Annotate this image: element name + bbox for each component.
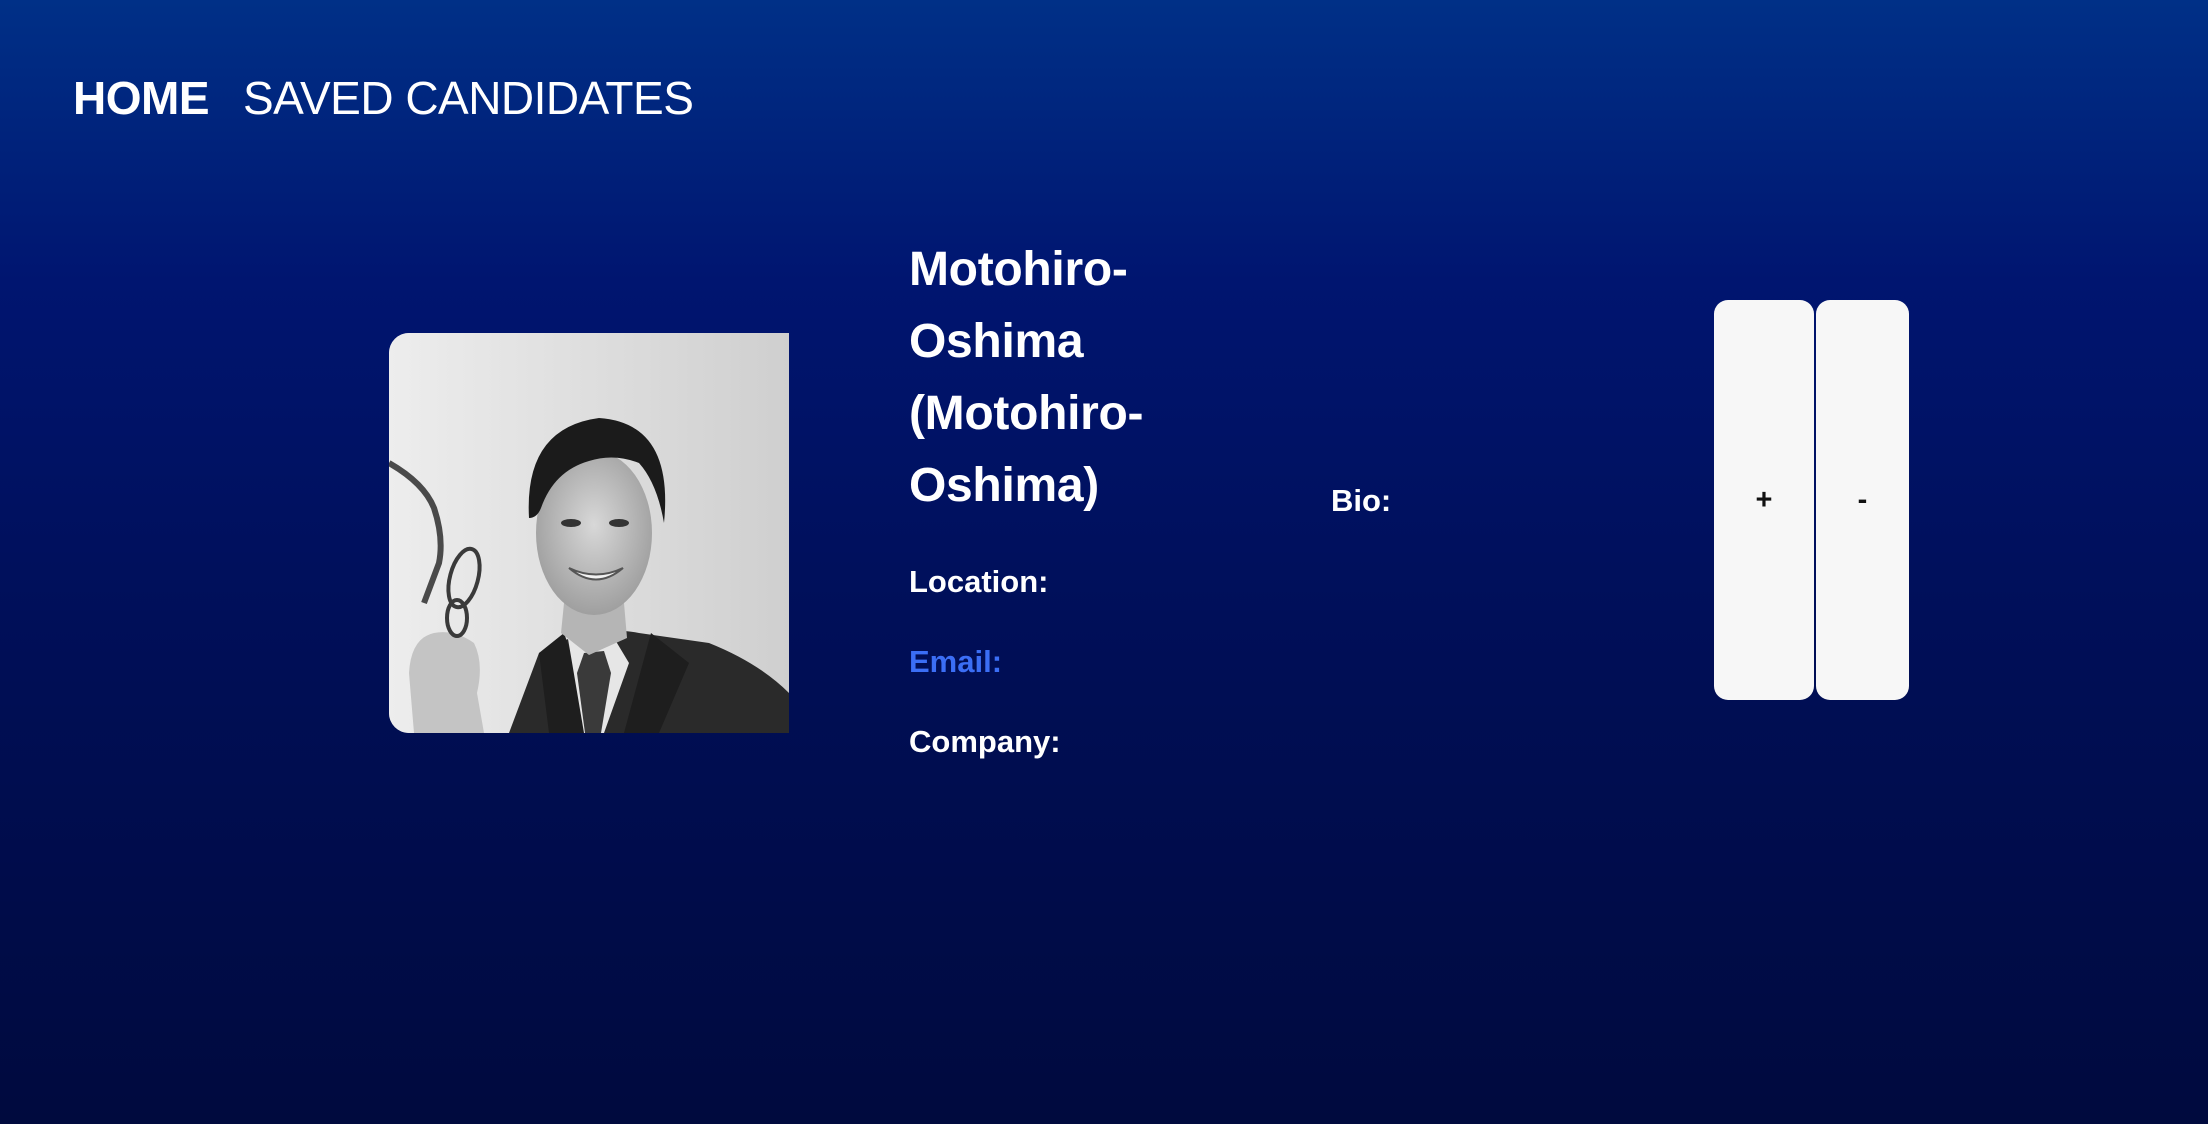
- candidate-name: Motohiro-Oshima (Motohiro-Oshima): [909, 243, 1144, 512]
- candidate-info: Motohiro-Oshima (Motohiro-Oshima) Locati…: [909, 234, 1269, 762]
- bio-label: Bio:: [1331, 483, 1392, 518]
- company-label: Company:: [909, 724, 1061, 759]
- nav-home-link[interactable]: HOME: [73, 70, 210, 126]
- email-link[interactable]: Email:: [909, 642, 1269, 682]
- avatar-photo-icon: [389, 333, 789, 733]
- reject-candidate-button[interactable]: -: [1816, 300, 1909, 700]
- location-label: Location:: [909, 564, 1049, 599]
- candidate-avatar: [389, 333, 789, 733]
- top-nav: HOME SAVED CANDIDATES: [73, 70, 694, 126]
- nav-saved-candidates-link[interactable]: SAVED CANDIDATES: [243, 70, 694, 126]
- add-candidate-button[interactable]: +: [1714, 300, 1814, 700]
